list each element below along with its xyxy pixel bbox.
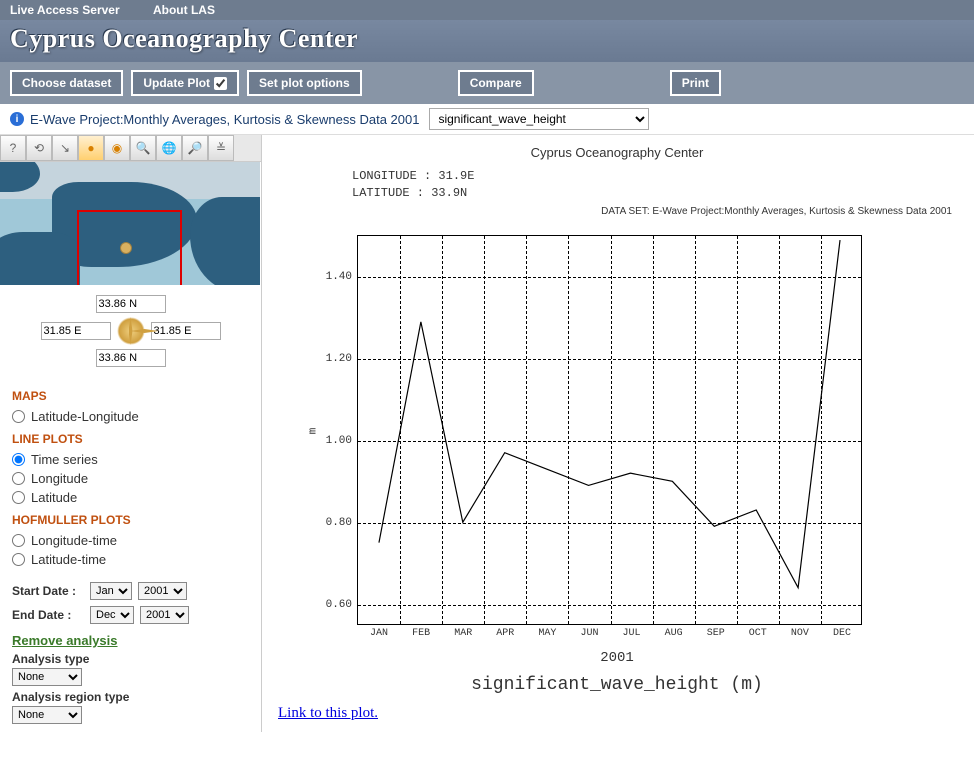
nav-latlon[interactable]: Latitude-Longitude xyxy=(12,407,249,426)
region-tool-icon[interactable]: ◉ xyxy=(104,135,130,161)
xtick-label: APR xyxy=(496,628,514,639)
map-selection-point-icon xyxy=(120,242,132,254)
hofmuller-heading: HOFMULLER PLOTS xyxy=(12,513,249,527)
zoom-out-tool-icon[interactable]: 🔎 xyxy=(182,135,208,161)
analysis-region-label: Analysis region type xyxy=(12,690,249,704)
info-icon[interactable]: i xyxy=(10,112,24,126)
east-coord-input[interactable] xyxy=(151,322,221,340)
variable-select[interactable]: significant_wave_height xyxy=(429,108,649,130)
nav-timeseries[interactable]: Time series xyxy=(12,450,249,469)
nav-about-link[interactable]: About LAS xyxy=(153,3,215,17)
start-date-label: Start Date : xyxy=(12,584,84,598)
choose-dataset-button[interactable]: Choose dataset xyxy=(10,70,123,96)
xtick-label: JUN xyxy=(580,628,598,639)
xtick-label: OCT xyxy=(749,628,767,639)
north-coord-input[interactable] xyxy=(96,295,166,313)
xtick-label: MAY xyxy=(538,628,556,639)
analysis-type-label: Analysis type xyxy=(12,652,249,666)
plot-panel: Cyprus Oceanography Center LONGITUDE : 3… xyxy=(262,135,974,732)
plot-latitude: LATITUDE : 33.9N xyxy=(352,185,962,202)
map-toolbar: ? ⟲ ↘ ● ◉ 🔍 🌐 🔎 ≚ xyxy=(0,135,261,162)
start-month-select[interactable]: Jan xyxy=(90,582,132,600)
start-year-select[interactable]: 2001 xyxy=(138,582,187,600)
page-title: Cyprus Oceanography Center xyxy=(10,24,964,54)
end-year-select[interactable]: 2001 xyxy=(140,606,189,624)
analysis-type-select[interactable]: None xyxy=(12,668,82,686)
end-month-select[interactable]: Dec xyxy=(90,606,134,624)
globe-tool-icon[interactable]: 🌐 xyxy=(156,135,182,161)
sidebar: ? ⟲ ↘ ● ◉ 🔍 🌐 🔎 ≚ xyxy=(0,135,262,732)
ytick-label: 1.40 xyxy=(326,271,352,283)
xtick-label: JUL xyxy=(623,628,641,639)
xtick-label: JAN xyxy=(370,628,388,639)
xtick-label: DEC xyxy=(833,628,851,639)
nav-las-link[interactable]: Live Access Server xyxy=(10,3,120,17)
chart-area: 0.600.801.001.201.40JANFEBMARAPRMAYJUNJU… xyxy=(357,235,862,625)
plot-variable-label: significant_wave_height (m) xyxy=(272,675,962,695)
end-date-label: End Date : xyxy=(12,608,84,622)
nav-lon-time[interactable]: Longitude-time xyxy=(12,531,249,550)
analysis-region-select[interactable]: None xyxy=(12,706,82,724)
plot-ylabel: m xyxy=(307,428,319,435)
south-coord-input[interactable] xyxy=(96,349,166,367)
dataset-name: E-Wave Project:Monthly Averages, Kurtosi… xyxy=(30,112,419,127)
update-plot-label: Update Plot xyxy=(143,76,210,90)
compare-button[interactable]: Compare xyxy=(458,70,534,96)
update-plot-button[interactable]: Update Plot xyxy=(131,70,239,96)
plot-image: Cyprus Oceanography Center LONGITUDE : 3… xyxy=(272,145,962,705)
coord-inputs xyxy=(0,285,261,377)
xtick-label: MAR xyxy=(454,628,472,639)
title-bar: Cyprus Oceanography Center xyxy=(0,20,974,62)
ytick-label: 1.20 xyxy=(326,353,352,365)
reset-tool-icon[interactable]: ⟲ xyxy=(26,135,52,161)
xtick-label: NOV xyxy=(791,628,809,639)
nav-longitude[interactable]: Longitude xyxy=(12,469,249,488)
set-plot-options-button[interactable]: Set plot options xyxy=(247,70,362,96)
xtick-label: SEP xyxy=(707,628,725,639)
lineplots-heading: LINE PLOTS xyxy=(12,432,249,446)
update-plot-checkbox[interactable] xyxy=(214,77,227,90)
ytick-label: 0.60 xyxy=(326,599,352,611)
compass-icon xyxy=(117,317,145,345)
xtick-label: AUG xyxy=(665,628,683,639)
button-bar: Choose dataset Update Plot Set plot opti… xyxy=(0,62,974,104)
top-nav: Live Access Server About LAS xyxy=(0,0,974,20)
layers-tool-icon[interactable]: ≚ xyxy=(208,135,234,161)
point-tool-icon[interactable]: ● xyxy=(78,135,104,161)
ytick-label: 0.80 xyxy=(326,517,352,529)
help-tool-icon[interactable]: ? xyxy=(0,135,26,161)
link-to-plot[interactable]: Link to this plot. xyxy=(278,705,378,721)
zoom-in-tool-icon[interactable]: 🔍 xyxy=(130,135,156,161)
pan-tool-icon[interactable]: ↘ xyxy=(52,135,78,161)
remove-analysis-link[interactable]: Remove analysis xyxy=(12,633,118,648)
plot-dataset-line: DATA SET: E-Wave Project:Monthly Average… xyxy=(272,206,952,217)
plot-center-title: Cyprus Oceanography Center xyxy=(272,145,962,160)
west-coord-input[interactable] xyxy=(41,322,111,340)
ytick-label: 1.00 xyxy=(326,435,352,447)
nav-lat-time[interactable]: Latitude-time xyxy=(12,550,249,569)
print-button[interactable]: Print xyxy=(670,70,721,96)
xtick-label: FEB xyxy=(412,628,430,639)
plot-xlabel: 2001 xyxy=(272,650,962,666)
nav-latitude[interactable]: Latitude xyxy=(12,488,249,507)
map-widget[interactable] xyxy=(0,162,260,285)
plot-longitude: LONGITUDE : 31.9E xyxy=(352,168,962,185)
maps-heading: MAPS xyxy=(12,389,249,403)
info-bar: i E-Wave Project:Monthly Averages, Kurto… xyxy=(0,104,974,135)
